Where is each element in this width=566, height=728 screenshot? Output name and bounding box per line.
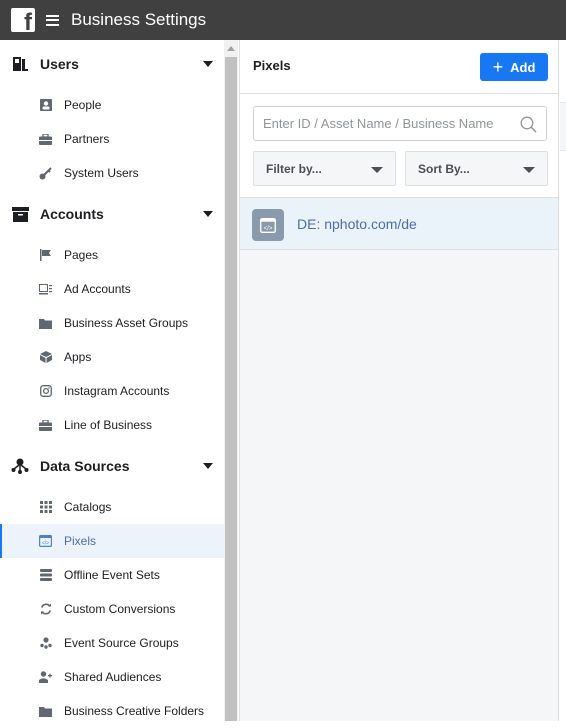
person-icon xyxy=(39,99,52,112)
app-title: Business Settings xyxy=(71,10,207,29)
chevron-down-icon[interactable] xyxy=(203,211,213,217)
archive-icon xyxy=(11,205,29,223)
pixel-code-icon: </> xyxy=(39,535,52,548)
sidebar-scrollbar[interactable] xyxy=(224,40,238,721)
panel-controls: Filter by... Sort By... xyxy=(240,94,558,198)
briefcase-icon xyxy=(39,419,52,432)
chevron-down-icon xyxy=(371,167,383,173)
filter-dropdown-label: Filter by... xyxy=(266,161,322,176)
sidebar-item-custom-conversions[interactable]: Custom Conversions xyxy=(0,592,224,626)
section-label: Data Sources xyxy=(40,458,130,474)
briefcase-icon xyxy=(39,133,52,146)
sidebar-item-label: Instagram Accounts xyxy=(64,384,170,398)
search-box[interactable] xyxy=(253,106,547,141)
panel-header: Pixels + Add xyxy=(240,40,558,94)
scrollbar-thumb[interactable] xyxy=(225,57,237,721)
sort-dropdown[interactable]: Sort By... xyxy=(405,151,548,186)
detail-panel-edge xyxy=(560,40,566,721)
sidebar-item-pixels[interactable]: </> Pixels xyxy=(0,524,224,558)
sort-dropdown-label: Sort By... xyxy=(418,161,470,176)
pixels-panel: Pixels + Add Filter by... Sort By... </>… xyxy=(239,40,559,721)
sidebar-item-event-source-groups[interactable]: Event Source Groups xyxy=(0,626,224,660)
sidebar-section-data-sources[interactable]: Data Sources xyxy=(0,442,224,490)
folder-icon xyxy=(39,705,52,718)
hamburger-menu-icon[interactable] xyxy=(46,14,59,26)
scroll-up-arrow-icon[interactable] xyxy=(227,46,235,51)
top-bar: f Business Settings xyxy=(0,0,566,40)
sidebar-item-label: System Users xyxy=(64,166,139,180)
chevron-down-icon[interactable] xyxy=(203,463,213,469)
list-item[interactable]: </> DE: nphoto.com/de xyxy=(240,198,558,250)
sidebar-item-offline-event-sets[interactable]: Offline Event Sets xyxy=(0,558,224,592)
cube-icon xyxy=(39,351,52,364)
sidebar-item-business-asset-groups[interactable]: Business Asset Groups xyxy=(0,306,224,340)
sidebar-item-apps[interactable]: Apps xyxy=(0,340,224,374)
sidebar-item-instagram-accounts[interactable]: Instagram Accounts xyxy=(0,374,224,408)
sidebar-item-label: People xyxy=(64,98,102,112)
sidebar-item-label: Pixels xyxy=(64,534,97,548)
sidebar-item-label: Offline Event Sets xyxy=(64,568,160,582)
grid-icon xyxy=(39,501,52,514)
sidebar-item-label: Line of Business xyxy=(64,418,153,432)
users-icon xyxy=(11,55,29,73)
search-icon[interactable] xyxy=(520,116,537,138)
sidebar-item-partners[interactable]: Partners xyxy=(0,122,224,156)
section-label: Accounts xyxy=(40,206,104,222)
sidebar-item-label: Business Creative Folders xyxy=(64,704,205,718)
sidebar-item-label: Pages xyxy=(64,248,99,262)
ad-account-icon xyxy=(39,283,52,296)
sidebar-section-accounts[interactable]: Accounts xyxy=(0,190,224,238)
sidebar-item-shared-audiences[interactable]: Shared Audiences xyxy=(0,660,224,694)
refresh-icon xyxy=(39,603,52,616)
panel-title: Pixels xyxy=(253,58,291,73)
sidebar-item-system-users[interactable]: System Users xyxy=(0,156,224,190)
search-input[interactable] xyxy=(263,107,513,140)
folder-icon xyxy=(39,317,52,330)
sidebar-item-label: Apps xyxy=(64,350,92,364)
filter-dropdown[interactable]: Filter by... xyxy=(253,151,396,186)
sidebar-item-label: Event Source Groups xyxy=(64,636,179,650)
pixel-code-icon: </> xyxy=(252,209,284,241)
facebook-logo-icon[interactable]: f xyxy=(11,8,35,32)
sidebar-item-business-creative-folders[interactable]: Business Creative Folders xyxy=(0,694,224,728)
key-icon xyxy=(39,166,52,180)
sidebar-item-label: Shared Audiences xyxy=(64,670,162,684)
add-person-icon xyxy=(39,671,52,684)
sidebar-item-label: Business Asset Groups xyxy=(64,316,189,330)
add-button[interactable]: + Add xyxy=(480,53,548,81)
chevron-down-icon xyxy=(523,167,535,173)
svg-text:</>: </> xyxy=(42,541,49,547)
sidebar-item-label: Ad Accounts xyxy=(64,282,131,296)
sidebar-section-users[interactable]: Users xyxy=(0,40,224,88)
instagram-icon xyxy=(39,385,52,398)
offline-events-icon xyxy=(39,569,52,582)
svg-text:</>: </> xyxy=(264,226,273,232)
sidebar-item-catalogs[interactable]: Catalogs xyxy=(0,490,224,524)
data-sources-icon xyxy=(11,457,29,475)
chevron-down-icon[interactable] xyxy=(203,61,213,67)
sidebar-item-line-of-business[interactable]: Line of Business xyxy=(0,408,224,442)
add-button-label: Add xyxy=(510,59,536,75)
sidebar-item-label: Custom Conversions xyxy=(64,602,176,616)
event-source-icon xyxy=(39,637,52,650)
sidebar-item-pages[interactable]: Pages xyxy=(0,238,224,272)
sidebar-item-label: Catalogs xyxy=(64,500,112,514)
sidebar-item-people[interactable]: People xyxy=(0,88,224,122)
sidebar: Users People Partners System Users Accou… xyxy=(0,40,224,721)
plus-icon: + xyxy=(492,57,504,77)
section-label: Users xyxy=(40,56,79,72)
pixel-name: DE: nphoto.com/de xyxy=(297,216,417,232)
sidebar-item-label: Partners xyxy=(64,132,110,146)
sidebar-item-ad-accounts[interactable]: Ad Accounts xyxy=(0,272,224,306)
flag-icon xyxy=(39,249,52,262)
